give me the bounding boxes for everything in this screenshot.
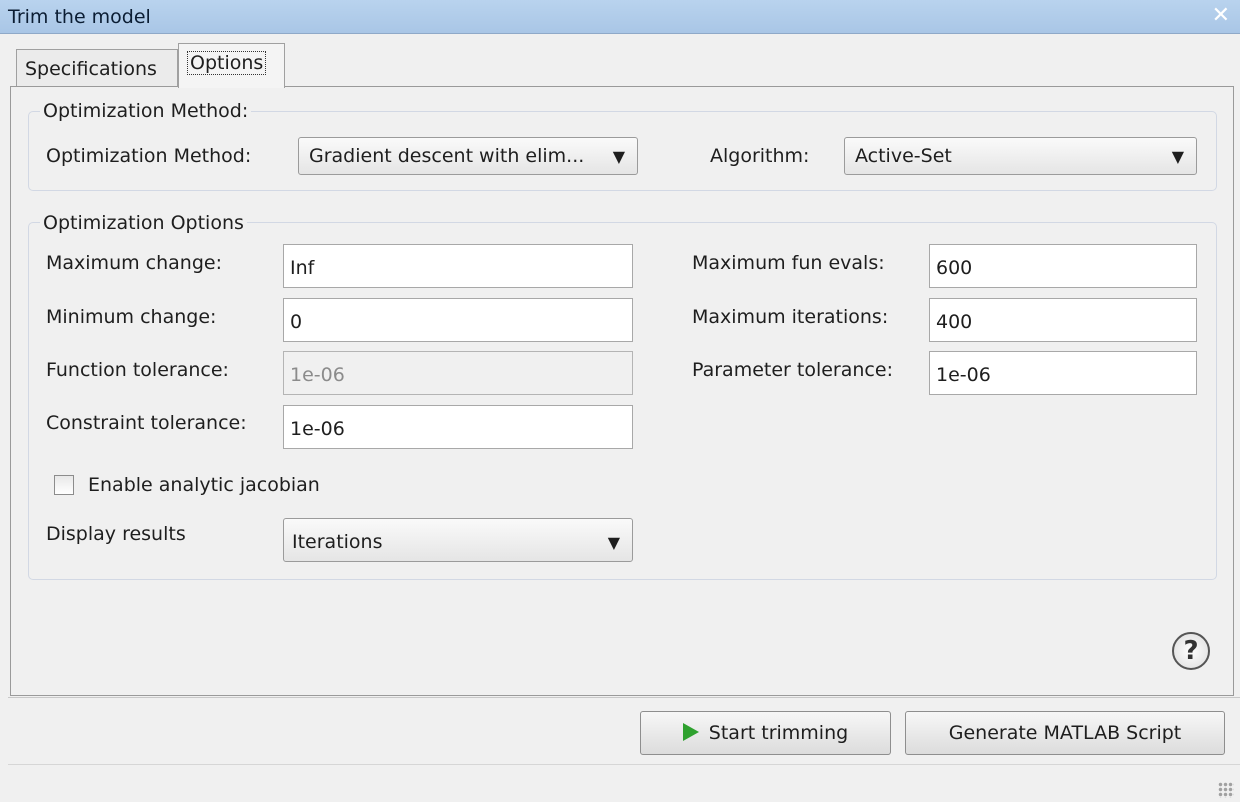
analytic-jacobian-checkbox[interactable] [54,475,74,495]
dropdown-value: Gradient descent with elim... [309,145,585,167]
maximum-iterations-label: Maximum iterations: [692,306,889,328]
optimization-method-label: Optimization Method: [46,145,252,167]
play-icon [682,723,699,741]
minimum-change-field[interactable]: 0 [283,298,633,342]
close-icon[interactable]: ✕ [1212,3,1230,29]
constraint-tolerance-field[interactable]: 1e-06 [283,405,633,449]
field-value: Inf [290,257,315,279]
field-value: 0 [290,311,303,333]
trim-model-dialog: Trim the model ✕ Specifications Options … [0,0,1240,802]
tab-specifications[interactable]: Specifications [16,49,178,87]
title-bar: Trim the model ✕ [0,0,1240,34]
constraint-tolerance-label: Constraint tolerance: [46,412,247,434]
tab-label: Options [187,51,267,75]
resize-grip-icon[interactable] [1218,782,1234,798]
chevron-down-icon: ▼ [607,533,620,552]
tab-options[interactable]: Options [178,43,285,88]
chevron-down-icon: ▼ [1171,147,1184,166]
maximum-iterations-field[interactable]: 400 [929,298,1197,342]
maximum-fun-evals-label: Maximum fun evals: [692,252,885,274]
dropdown-value: Iterations [292,531,383,553]
field-value: 1e-06 [936,364,991,386]
start-trimming-button[interactable]: Start trimming [640,711,891,755]
maximum-change-field[interactable]: Inf [283,244,633,288]
button-label: Generate MATLAB Script [948,722,1182,744]
button-label: Start trimming [708,722,849,744]
maximum-change-label: Maximum change: [46,252,222,274]
minimum-change-label: Minimum change: [46,306,217,328]
generate-matlab-script-button[interactable]: Generate MATLAB Script [905,711,1225,755]
dropdown-value: Active-Set [855,145,952,167]
field-value: 1e-06 [290,418,345,440]
field-value: 600 [936,257,973,279]
algorithm-label: Algorithm: [710,145,810,167]
field-value: 1e-06 [290,364,345,386]
function-tolerance-field: 1e-06 [283,351,633,395]
group-title: Optimization Options [40,212,247,234]
field-value: 400 [936,311,973,333]
help-icon[interactable]: ? [1172,632,1210,670]
display-results-label: Display results [46,523,186,545]
tab-label: Specifications [25,58,157,80]
parameter-tolerance-label: Parameter tolerance: [692,359,893,381]
algorithm-dropdown[interactable]: Active-Set ▼ [844,137,1197,175]
function-tolerance-label: Function tolerance: [46,359,229,381]
status-bar-divider [8,764,1240,765]
window-title: Trim the model [8,6,151,28]
parameter-tolerance-field[interactable]: 1e-06 [929,351,1197,395]
chevron-down-icon: ▼ [612,147,625,166]
analytic-jacobian-label[interactable]: Enable analytic jacobian [88,474,320,496]
optimization-method-dropdown[interactable]: Gradient descent with elim... ▼ [298,137,638,175]
group-title: Optimization Method: [40,100,252,122]
display-results-dropdown[interactable]: Iterations ▼ [283,518,633,562]
divider [8,697,1240,698]
maximum-fun-evals-field[interactable]: 600 [929,244,1197,288]
